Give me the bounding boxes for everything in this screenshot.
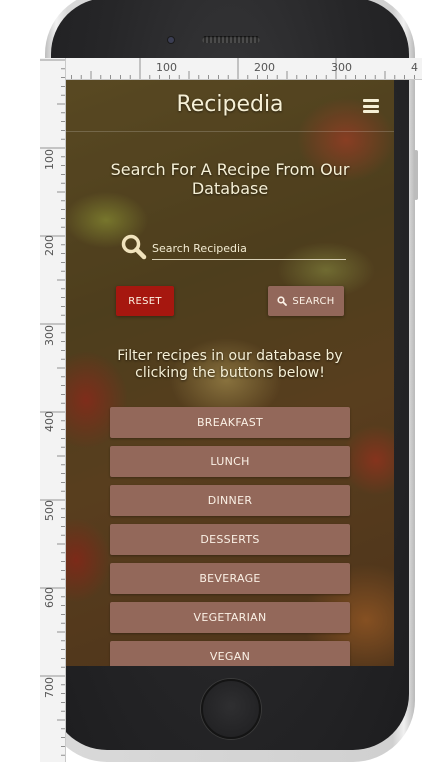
app-view: Recipedia Search For A Recipe From Our D… [66,80,394,666]
earpiece-speaker [202,36,260,43]
hamburger-menu-icon[interactable] [363,99,379,113]
search-heading: Search For A Recipe From Our Database [110,160,350,198]
search-icon [121,234,147,260]
search-icon [277,296,288,306]
front-camera [168,37,174,43]
ruler-label: 400 [43,411,56,432]
ruler-label: 100 [156,61,177,74]
ruler-label: 600 [43,587,56,608]
filter-button-breakfast[interactable]: BREAKFAST [110,407,350,438]
filter-button-desserts[interactable]: DESSERTS [110,524,350,555]
device-preview: 100 200 300 4 100 200 300 400 500 600 70… [0,0,422,762]
filter-button-dinner[interactable]: DINNER [110,485,350,516]
filter-button-list: BREAKFAST LUNCH DINNER DESSERTS BEVERAGE… [110,407,350,666]
ruler-label: 300 [331,61,352,74]
phone-power-button [414,150,418,200]
home-button[interactable] [201,679,261,739]
search-bar [120,230,346,268]
ruler-vertical: 100 200 300 400 500 600 700 [40,58,66,762]
ruler-label: 4 [411,61,418,74]
ruler-label: 700 [43,677,56,698]
filter-button-vegetarian[interactable]: VEGETARIAN [110,602,350,633]
filter-instructions: Filter recipes in our database by clicki… [117,348,343,381]
ruler-label: 200 [43,235,56,256]
reset-button[interactable]: RESET [116,286,174,316]
search-input[interactable] [152,238,346,260]
search-button-label: SEARCH [292,295,335,307]
app-title: Recipedia [176,92,284,117]
ruler-horizontal: 100 200 300 4 [40,58,422,80]
app-header: Recipedia [66,80,394,132]
filter-button-beverage[interactable]: BEVERAGE [110,563,350,594]
phone-screen: Recipedia Search For A Recipe From Our D… [66,80,394,666]
ruler-label: 300 [43,325,56,346]
filter-button-lunch[interactable]: LUNCH [110,446,350,477]
ruler-label: 200 [254,61,275,74]
ruler-label: 100 [43,149,56,170]
filter-button-vegan[interactable]: VEGAN [110,641,350,666]
search-button[interactable]: SEARCH [268,286,344,316]
ruler-label: 500 [43,500,56,521]
